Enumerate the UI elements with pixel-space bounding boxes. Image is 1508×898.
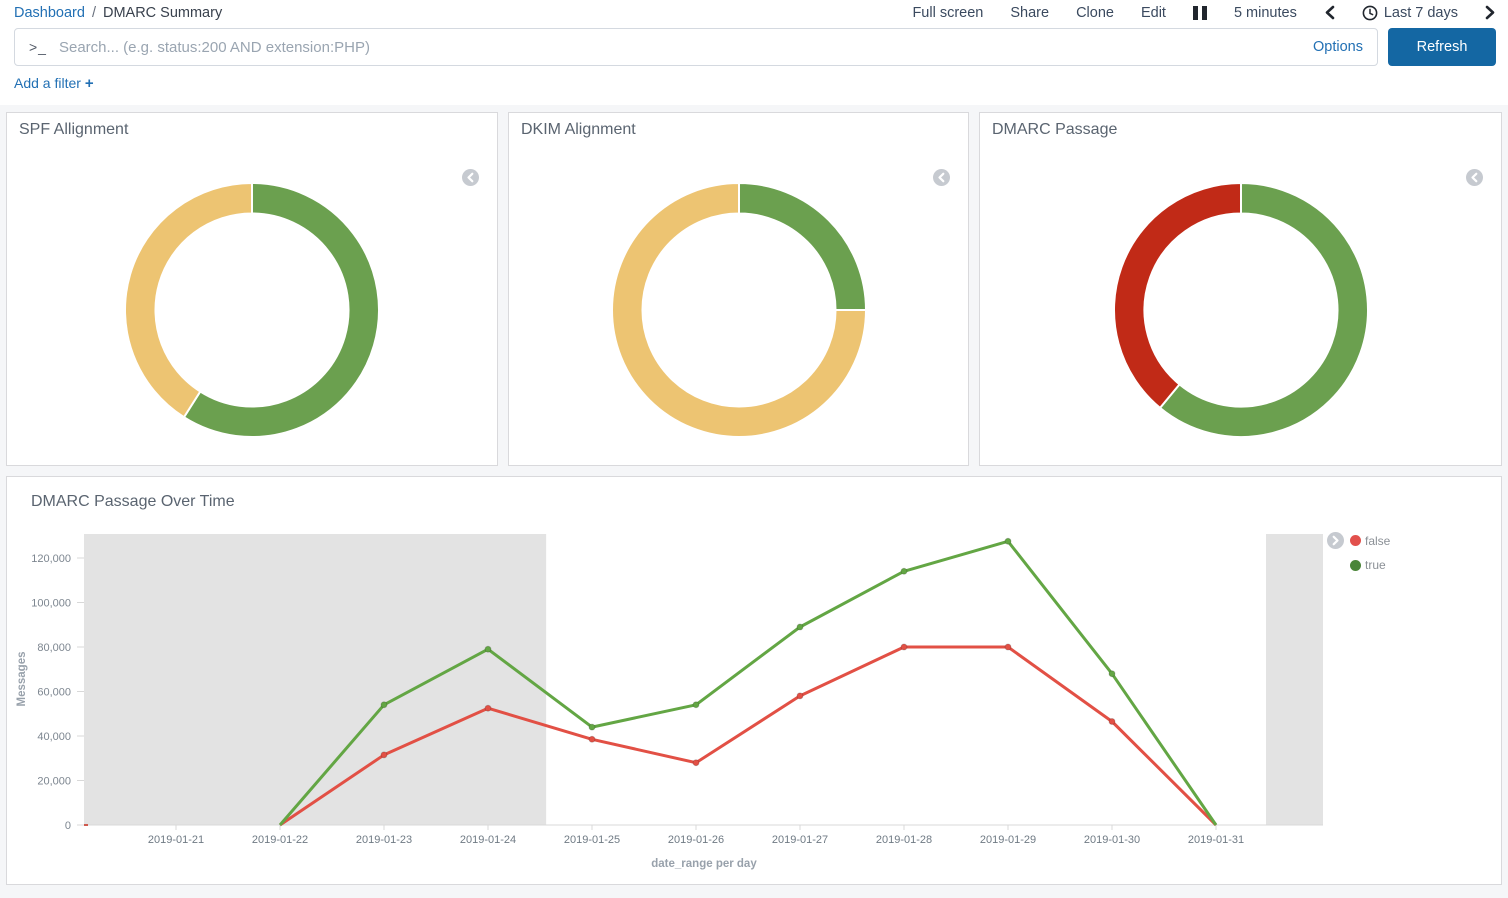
- search-row: >_ Options Refresh: [0, 25, 1508, 66]
- svg-text:100,000: 100,000: [31, 598, 71, 610]
- svg-text:2019-01-30: 2019-01-30: [1084, 834, 1140, 846]
- svg-text:20,000: 20,000: [37, 776, 71, 788]
- breadcrumb: Dashboard / DMARC Summary: [14, 5, 222, 21]
- time-range-button[interactable]: Last 7 days: [1362, 5, 1458, 21]
- dmarc-passage-donut-chart[interactable]: [1111, 180, 1371, 440]
- svg-text:2019-01-29: 2019-01-29: [980, 834, 1036, 846]
- search-bar: >_ Options: [14, 28, 1378, 66]
- page-title: DMARC Summary: [103, 5, 222, 21]
- dkim-alignment-donut-chart[interactable]: [609, 180, 869, 440]
- panel-title-spf: SPF Allignment: [7, 113, 497, 139]
- legend-label-true: true: [1365, 558, 1386, 572]
- panel-title-dmarc: DMARC Passage: [980, 113, 1501, 139]
- refresh-button[interactable]: Refresh: [1388, 28, 1496, 66]
- time-forward-button[interactable]: [1485, 5, 1496, 20]
- legend-dot-false: [1350, 535, 1361, 546]
- dmarc-over-time-line-chart[interactable]: 0 20,000 40,000 60,000 80,000 100,000 120,000 2…: [7, 477, 1501, 884]
- time-range-label: Last 7 days: [1384, 5, 1458, 21]
- legend-collapse-icon[interactable]: [933, 169, 950, 186]
- dashboard-grid: SPF Allignment DKIM Alignment DMARC Pass…: [0, 105, 1508, 891]
- filter-bar: Add a filter +: [0, 66, 1508, 103]
- legend-expand-icon[interactable]: [1327, 532, 1344, 549]
- svg-text:2019-01-22: 2019-01-22: [252, 834, 308, 846]
- top-bar: Dashboard / DMARC Summary Full screen Sh…: [0, 0, 1508, 105]
- spf-alignment-donut-chart[interactable]: [122, 180, 382, 440]
- legend-collapse-icon[interactable]: [1466, 169, 1483, 186]
- panel-spf-alignment: SPF Allignment: [6, 112, 498, 466]
- clone-button[interactable]: Clone: [1076, 5, 1114, 21]
- panel-dkim-alignment: DKIM Alignment: [508, 112, 969, 466]
- breadcrumb-row: Dashboard / DMARC Summary Full screen Sh…: [0, 0, 1508, 25]
- breadcrumb-separator: /: [92, 5, 96, 21]
- svg-text:2019-01-31: 2019-01-31: [1188, 834, 1244, 846]
- legend-label-false: false: [1365, 534, 1390, 548]
- search-prompt-icon: >_: [29, 39, 47, 55]
- search-input[interactable]: [59, 39, 1301, 56]
- panel-title-dkim: DKIM Alignment: [509, 113, 968, 139]
- legend-item-true[interactable]: true: [1350, 558, 1386, 572]
- svg-text:2019-01-23: 2019-01-23: [356, 834, 412, 846]
- panel-dmarc-passage: DMARC Passage: [979, 112, 1502, 466]
- breadcrumb-dashboard-link[interactable]: Dashboard: [14, 5, 85, 21]
- svg-text:2019-01-24: 2019-01-24: [460, 834, 516, 846]
- kibana-dashboard-page: Dashboard / DMARC Summary Full screen Sh…: [0, 0, 1508, 891]
- edit-button[interactable]: Edit: [1141, 5, 1166, 21]
- pause-icon[interactable]: [1193, 6, 1207, 20]
- time-back-button[interactable]: [1324, 5, 1335, 20]
- svg-text:date_range per day: date_range per day: [651, 858, 757, 870]
- panel-dmarc-over-time: 0 20,000 40,000 60,000 80,000 100,000 120,000 2…: [6, 476, 1502, 885]
- add-filter-label: Add a filter: [14, 75, 81, 91]
- panel-title-over-time: DMARC Passage Over Time: [19, 485, 235, 511]
- clock-icon: [1362, 5, 1378, 21]
- svg-text:60,000: 60,000: [37, 687, 71, 699]
- fullscreen-button[interactable]: Full screen: [912, 5, 983, 21]
- add-filter-link[interactable]: Add a filter +: [14, 75, 94, 91]
- svg-text:120,000: 120,000: [31, 553, 71, 565]
- options-link[interactable]: Options: [1301, 39, 1363, 55]
- chart-legend: false true: [1327, 532, 1390, 581]
- svg-text:40,000: 40,000: [37, 731, 71, 743]
- svg-text:2019-01-26: 2019-01-26: [668, 834, 724, 846]
- legend-item-false[interactable]: false: [1350, 534, 1390, 548]
- svg-text:0: 0: [65, 820, 71, 832]
- svg-text:80,000: 80,000: [37, 642, 71, 654]
- svg-text:2019-01-21: 2019-01-21: [148, 834, 204, 846]
- refresh-interval-button[interactable]: 5 minutes: [1234, 5, 1297, 21]
- legend-dot-true: [1350, 560, 1361, 571]
- donut-panels-row: SPF Allignment DKIM Alignment DMARC Pass…: [6, 112, 1502, 466]
- share-button[interactable]: Share: [1010, 5, 1049, 21]
- svg-text:Messages: Messages: [16, 652, 28, 707]
- legend-collapse-icon[interactable]: [462, 169, 479, 186]
- svg-text:2019-01-28: 2019-01-28: [876, 834, 932, 846]
- dashboard-menu: Full screen Share Clone Edit 5 minutes L…: [912, 5, 1496, 21]
- svg-text:2019-01-27: 2019-01-27: [772, 834, 828, 846]
- svg-text:2019-01-25: 2019-01-25: [564, 834, 620, 846]
- plus-icon: +: [85, 75, 94, 92]
